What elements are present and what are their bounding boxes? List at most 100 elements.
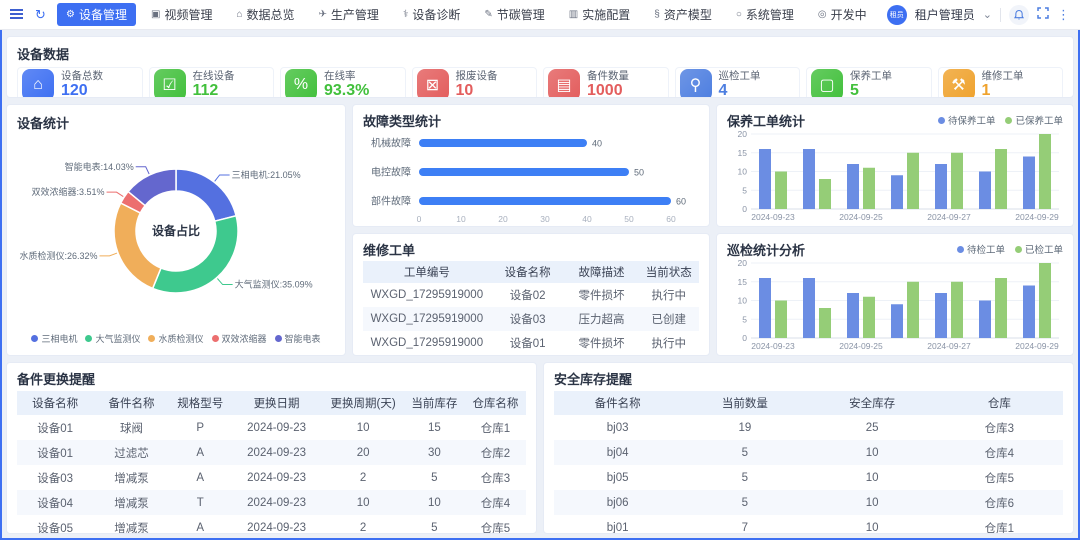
table-row: 设备01球阀P2024-09-231015仓库1 [17, 415, 526, 440]
table-cell: A [170, 440, 231, 465]
maintenance-bar-chart[interactable]: 051015202024-09-232024-09-252024-09-2720… [727, 129, 1063, 226]
pie-slice-水质检测仪[interactable] [114, 203, 161, 288]
stat-card-维修工单: ⚒维修工单1 [938, 67, 1064, 98]
tab-label: 视频管理 [164, 6, 212, 23]
percent-sync-icon: % [285, 69, 317, 98]
fault-type-bar-chart[interactable]: 机械故障40电控故障50部件故障600102030405060 [363, 129, 699, 227]
legend-label: 智能电表 [285, 332, 321, 345]
inspection-bar-chart[interactable]: 051015202024-09-232024-09-252024-09-2720… [727, 258, 1063, 355]
tab-设备管理[interactable]: ⚙设备管理 [57, 3, 136, 26]
bar-待检工单-2024-09-23[interactable] [759, 278, 771, 338]
fault-bar-电控故障[interactable] [419, 168, 629, 176]
fullscreen-icon[interactable] [1037, 7, 1049, 22]
bar-待保养工单-2024-09-29[interactable] [1023, 157, 1035, 210]
bar-待检工单-2024-09-27[interactable] [935, 293, 947, 338]
table-cell: 设备03 [17, 465, 93, 490]
y-tick-label: 15 [738, 277, 748, 287]
bar-已保养工单-2024-09-24[interactable] [819, 179, 831, 209]
legend-item-三相电机[interactable]: 三相电机 [31, 332, 77, 345]
stat-text: 维修工单1 [982, 70, 1024, 98]
tab-视频管理[interactable]: ▣视频管理 [142, 3, 221, 26]
circle-icon: ○ [736, 9, 742, 20]
bar-待检工单-2024-09-25[interactable] [847, 293, 859, 338]
avatar[interactable]: 租员 [887, 5, 907, 25]
legend-dot [1005, 117, 1012, 124]
notification-bell-icon[interactable] [1009, 5, 1029, 25]
device-ratio-donut-chart[interactable]: 三相电机:21.05%大气监测仪:35.09%水质检测仪:26.32%双效浓缩器… [17, 132, 335, 329]
legend-item-待保养工单[interactable]: 待保养工单 [938, 113, 996, 127]
tab-系统管理[interactable]: ○系统管理 [727, 3, 803, 26]
tab-数据总览[interactable]: ⌂数据总览 [227, 3, 303, 26]
stat-label: 维修工单 [982, 70, 1024, 82]
x-tick-label: 2024-09-25 [839, 212, 883, 222]
bar-已检工单-2024-09-24[interactable] [819, 308, 831, 338]
tab-设备诊断[interactable]: ⚕设备诊断 [394, 3, 469, 26]
bar-已检工单-2024-09-26[interactable] [907, 282, 919, 338]
collapse-menu-icon[interactable] [10, 7, 23, 23]
bar-已保养工单-2024-09-27[interactable] [951, 153, 963, 209]
pie-slice-三相电机[interactable] [176, 169, 236, 221]
x-tick-label: 2024-09-23 [751, 341, 795, 351]
column-header: 当前数量 [681, 391, 808, 415]
table-cell: 10 [322, 415, 403, 440]
bar-已保养工单-2024-09-25[interactable] [863, 168, 875, 209]
table-cell: 增减泵 [93, 465, 169, 490]
table-cell: 5 [404, 465, 465, 490]
legend-item-智能电表[interactable]: 智能电表 [275, 332, 321, 345]
legend-item-待检工单[interactable]: 待检工单 [957, 242, 1005, 256]
bar-已保养工单-2024-09-29[interactable] [1039, 134, 1051, 209]
refresh-icon[interactable]: ↻ [35, 8, 46, 21]
bar-待保养工单-2024-09-28[interactable] [979, 172, 991, 210]
tab-生产管理[interactable]: ✈生产管理 [310, 3, 388, 26]
bar-待检工单-2024-09-26[interactable] [891, 304, 903, 338]
bar-待保养工单-2024-09-23[interactable] [759, 149, 771, 209]
stat-text: 在线设备112 [193, 70, 235, 98]
bar-待保养工单-2024-09-25[interactable] [847, 164, 859, 209]
bar-已检工单-2024-09-29[interactable] [1039, 263, 1051, 338]
table-cell: A [170, 465, 231, 490]
bar-已检工单-2024-09-23[interactable] [775, 301, 787, 339]
legend-item-已保养工单[interactable]: 已保养工单 [1005, 113, 1063, 127]
fault-bar-机械故障[interactable] [419, 139, 587, 147]
table-cell: bj06 [554, 490, 681, 515]
maintenance-stats-panel: 保养工单统计 待保养工单已保养工单 051015202024-09-232024… [716, 104, 1074, 227]
bar-已保养工单-2024-09-26[interactable] [907, 153, 919, 209]
chevron-down-icon[interactable]: ⌄ [983, 8, 992, 21]
scrapped-device-icon: ⊠ [417, 69, 449, 98]
bar-待保养工单-2024-09-26[interactable] [891, 175, 903, 209]
table-cell: bj05 [554, 465, 681, 490]
fault-bar-部件故障[interactable] [419, 197, 671, 205]
tab-实施配置[interactable]: ▥实施配置 [560, 3, 639, 26]
legend-item-大气监测仪[interactable]: 大气监测仪 [85, 332, 140, 345]
stat-label: 设备总数 [61, 70, 103, 82]
legend-item-已检工单[interactable]: 已检工单 [1015, 242, 1063, 256]
table-cell: 设备02 [491, 283, 565, 307]
legend-item-水质检测仪[interactable]: 水质检测仪 [148, 332, 203, 345]
tab-label: 实施配置 [582, 6, 630, 23]
table-cell: 设备03 [491, 307, 565, 331]
bar-已检工单-2024-09-28[interactable] [995, 278, 1007, 338]
y-tick-label: 5 [742, 185, 747, 195]
column-header: 工单编号 [363, 261, 491, 283]
bar-待检工单-2024-09-29[interactable] [1023, 286, 1035, 339]
bar-待保养工单-2024-09-27[interactable] [935, 164, 947, 209]
bar-待检工单-2024-09-24[interactable] [803, 278, 815, 338]
maintenance-legend[interactable]: 待保养工单已保养工单 [938, 113, 1063, 127]
inspection-legend[interactable]: 待检工单已检工单 [957, 242, 1063, 256]
tab-资产模型[interactable]: §资产模型 [645, 3, 721, 26]
bar-待检工单-2024-09-28[interactable] [979, 301, 991, 339]
legend-dot [957, 246, 964, 253]
table-cell: WXGD_17295919000 [363, 331, 491, 355]
bar-已保养工单-2024-09-23[interactable] [775, 172, 787, 210]
table-header-row: 设备名称备件名称规格型号更换日期更换周期(天)当前库存仓库名称 [17, 391, 526, 415]
legend-item-双效浓缩器[interactable]: 双效浓缩器 [212, 332, 267, 345]
bar-待保养工单-2024-09-24[interactable] [803, 149, 815, 209]
bar-已检工单-2024-09-27[interactable] [951, 282, 963, 338]
more-menu-icon[interactable]: ⋮ [1057, 7, 1070, 23]
tab-开发中[interactable]: ◎开发中 [809, 3, 876, 26]
pie-label-line [107, 192, 124, 196]
bar-已检工单-2024-09-25[interactable] [863, 297, 875, 338]
pie-legend[interactable]: 三相电机大气监测仪水质检测仪双效浓缩器 智能电表 [17, 329, 335, 347]
tab-节碳管理[interactable]: ✎节碳管理 [475, 3, 553, 26]
bar-已保养工单-2024-09-28[interactable] [995, 149, 1007, 209]
